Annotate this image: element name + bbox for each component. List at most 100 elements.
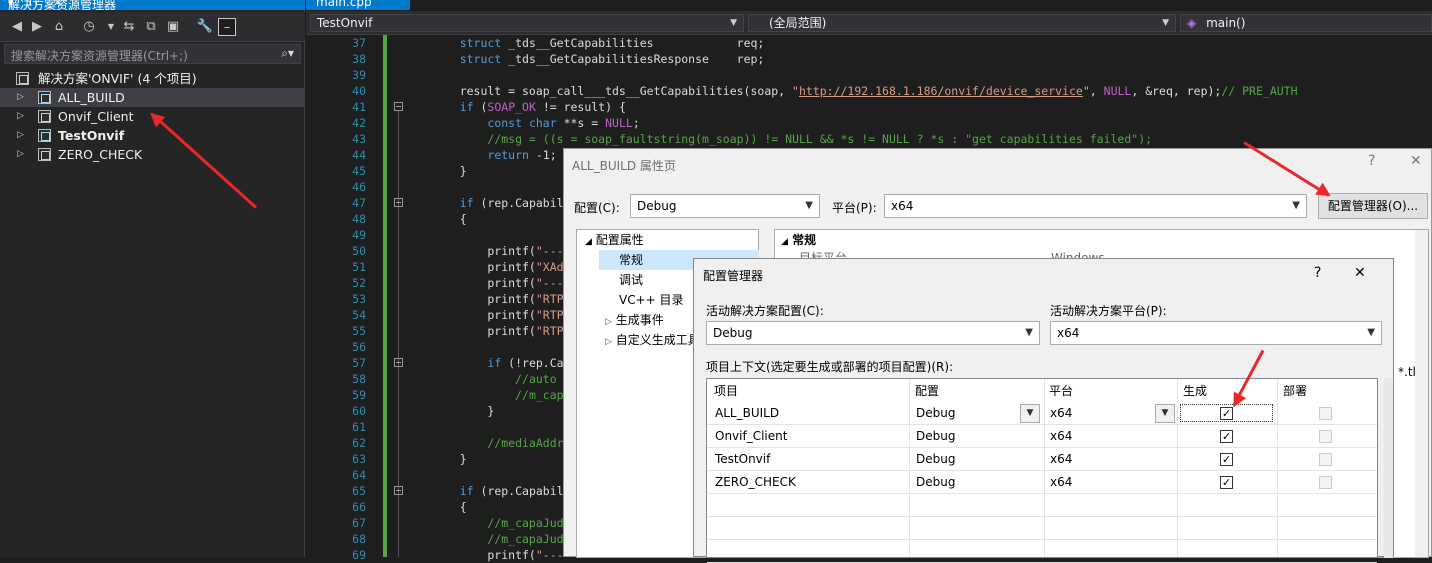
tab-main-cpp[interactable]: main.cpp — [306, 0, 410, 10]
line-number: 48 — [352, 212, 366, 226]
line-number: 57 — [352, 356, 366, 370]
code-line[interactable]: 42 const char **s = NULL; — [306, 115, 1432, 131]
tree-item-config-properties[interactable]: ◢ 配置属性 — [585, 230, 755, 250]
config-manager-button[interactable]: 配置管理器(O)... — [1318, 193, 1428, 219]
platform-cell-dropdown[interactable]: ▼ — [1155, 404, 1175, 423]
tree-item-custom-build[interactable]: ▷ 自定义生成工具 — [605, 330, 700, 350]
line-number: 52 — [352, 276, 366, 290]
table-row[interactable]: ZERO_CHECK Debug x64 ✓ — [707, 471, 1377, 494]
help-button[interactable]: ? — [1314, 265, 1321, 281]
fold-toggle-icon[interactable]: − — [394, 486, 403, 495]
close-button[interactable]: ✕ — [1410, 153, 1422, 169]
close-button[interactable]: ✕ — [1354, 265, 1366, 281]
line-number: 49 — [352, 228, 366, 242]
line-number: 69 — [352, 548, 366, 562]
active-platform-label: 活动解决方案平台(P): — [1050, 304, 1167, 318]
expand-arrow-icon[interactable]: ▷ — [17, 107, 24, 126]
config-manager-dialog: 配置管理器 ? ✕ 活动解决方案配置(C): Debug ▼ 活动解决方案平台(… — [693, 258, 1394, 563]
code-line[interactable]: 41 if (SOAP_OK != result) { — [306, 99, 1432, 115]
deploy-checkbox[interactable] — [1319, 453, 1332, 466]
active-platform-select[interactable]: x64 ▼ — [1050, 321, 1382, 345]
chevron-down-icon: ▼ — [1292, 200, 1300, 211]
back-icon[interactable]: ◀ — [8, 18, 26, 36]
table-row[interactable]: Onvif_Client Debug x64 ✓ — [707, 425, 1377, 448]
preview-icon[interactable]: – — [218, 18, 236, 36]
tree-item-all-build[interactable]: ▷ ALL_BUILD — [0, 88, 305, 107]
project-icon — [38, 129, 51, 142]
expand-arrow-icon[interactable]: ▷ — [17, 88, 24, 107]
properties-wrench-icon[interactable]: 🔧 — [196, 18, 214, 36]
code-text: const char **s = NULL; — [487, 116, 640, 130]
platform-cell: x64 — [1050, 429, 1073, 443]
function-dropdown[interactable]: ◈ main() — [1180, 14, 1432, 32]
dialog-scrollbar[interactable] — [1384, 378, 1393, 558]
chevron-down-icon[interactable]: ▼ — [102, 18, 120, 36]
expand-arrow-icon[interactable]: ▷ — [17, 145, 24, 164]
build-checkbox[interactable]: ✓ — [1220, 476, 1233, 489]
tree-item-debugging[interactable]: 调试 — [619, 270, 643, 290]
line-number: 42 — [352, 116, 366, 130]
table-row[interactable]: TestOnvif Debug x64 ✓ — [707, 448, 1377, 471]
sync-icon[interactable]: ⇆ — [120, 18, 138, 36]
deploy-checkbox[interactable] — [1319, 430, 1332, 443]
dialog-title: ALL_BUILD 属性页 — [572, 159, 676, 173]
line-number: 62 — [352, 436, 366, 450]
solution-explorer-search-input[interactable]: 搜索解决方案资源管理器(Ctrl+;) ⌕▾ — [4, 44, 301, 64]
build-checkbox[interactable]: ✓ — [1220, 453, 1233, 466]
search-icon[interactable]: ⌕▾ — [281, 46, 294, 61]
tree-item-label: TestOnvif — [58, 128, 125, 143]
build-checkbox[interactable]: ✓ — [1220, 430, 1233, 443]
column-header-project[interactable]: 项目 — [714, 381, 738, 401]
tree-item-testonvif[interactable]: ▷ TestOnvif — [0, 126, 305, 145]
code-line[interactable]: 38 struct _tds__GetCapabilitiesResponse … — [306, 51, 1432, 67]
line-number: 64 — [352, 468, 366, 482]
function-icon: ◈ — [1187, 16, 1197, 30]
platform-cell: x64 — [1050, 406, 1073, 420]
tree-item-zero-check[interactable]: ▷ ZERO_CHECK — [0, 145, 305, 164]
deploy-checkbox[interactable] — [1319, 476, 1332, 489]
help-button[interactable]: ? — [1368, 153, 1375, 169]
config-select[interactable]: Debug ▼ — [630, 194, 820, 218]
platform-select[interactable]: x64 ▼ — [884, 194, 1307, 218]
platform-select-value: x64 — [891, 199, 914, 213]
column-header-platform[interactable]: 平台 — [1049, 381, 1073, 401]
table-row[interactable]: ALL_BUILD Debug x64 ▼ ▼ ✓ — [707, 402, 1377, 425]
active-config-select[interactable]: Debug ▼ — [706, 321, 1040, 345]
code-line[interactable]: 37 struct _tds__GetCapabilities req; — [306, 35, 1432, 51]
editor-navigation-bar: TestOnvif ▼ (全局范围) ▼ ◈ main() — [306, 11, 1432, 35]
line-number: 53 — [352, 292, 366, 306]
function-dropdown-value: main() — [1206, 16, 1246, 30]
grid-section-general[interactable]: ◢ 常规 — [781, 230, 816, 250]
project-dropdown[interactable]: TestOnvif ▼ — [310, 14, 744, 32]
collapse-all-icon[interactable]: ⧉ — [142, 18, 160, 36]
panel-window-buttons[interactable]: ▾ ⊓ ✕ — [8, 0, 299, 9]
tree-item-label: Onvif_Client — [58, 109, 134, 124]
table-row[interactable] — [707, 494, 1377, 517]
table-row[interactable] — [707, 540, 1377, 563]
config-cell-dropdown[interactable]: ▼ — [1020, 404, 1040, 423]
expand-arrow-icon[interactable]: ▷ — [17, 126, 24, 145]
deploy-checkbox[interactable] — [1319, 407, 1332, 420]
tree-item-vc-directories[interactable]: VC++ 目录 — [619, 290, 684, 310]
table-row[interactable] — [707, 517, 1377, 540]
line-number: 65 — [352, 484, 366, 498]
build-checkbox[interactable]: ✓ — [1220, 407, 1233, 420]
column-header-build[interactable]: 生成 — [1183, 381, 1207, 401]
column-header-config[interactable]: 配置 — [915, 381, 939, 401]
line-number: 47 — [352, 196, 366, 210]
property-grid-scrollbar[interactable] — [1415, 230, 1428, 557]
code-line[interactable]: 40 result = soap_call___tds__GetCapabili… — [306, 83, 1432, 99]
tree-item-build-events[interactable]: ▷ 生成事件 — [605, 310, 664, 330]
fold-toggle-icon[interactable]: − — [394, 198, 403, 207]
solution-node[interactable]: 解决方案'ONVIF' (4 个项目) — [0, 69, 305, 88]
fold-toggle-icon[interactable]: − — [394, 102, 403, 111]
code-line[interactable]: 43 //msg = ((s = soap_faultstring(m_soap… — [306, 131, 1432, 147]
home-icon[interactable]: ⌂ — [50, 18, 68, 36]
scope-dropdown[interactable]: (全局范围) ▼ — [748, 14, 1176, 32]
show-all-files-icon[interactable]: ▣ — [164, 18, 182, 36]
history-icon[interactable]: ◷ — [80, 18, 98, 36]
fold-toggle-icon[interactable]: − — [394, 358, 403, 367]
code-line[interactable]: 39 — [306, 67, 1432, 83]
column-header-deploy[interactable]: 部署 — [1283, 381, 1307, 401]
forward-icon[interactable]: ▶ — [28, 18, 46, 36]
